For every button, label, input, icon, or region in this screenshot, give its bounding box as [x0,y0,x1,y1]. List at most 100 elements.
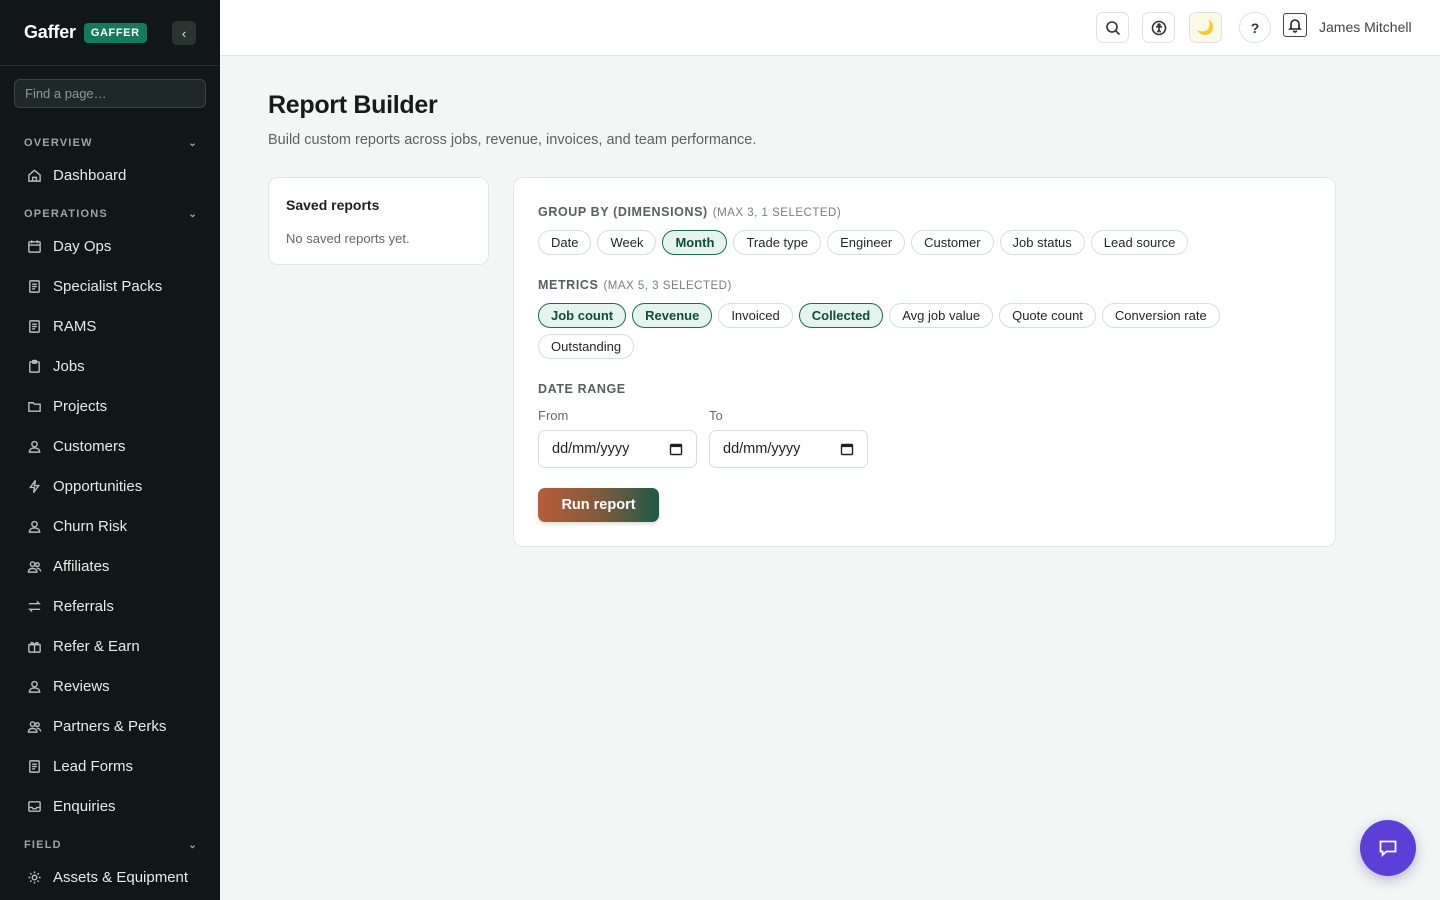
sidebar-item-day-ops[interactable]: Day Ops [24,231,204,261]
sidebar-item-label: Projects [53,397,108,415]
find-page-input[interactable] [14,79,206,108]
sidebar-item-assets-equipment[interactable]: Assets & Equipment [24,862,204,892]
help-icon: ? [1250,19,1260,36]
section-operations[interactable]: OPERATIONS ⌄ [24,208,198,220]
sidebar-item-jobs[interactable]: Jobs [24,351,204,381]
sidebar-item-label: Lead Forms [53,757,134,775]
user-icon [24,676,44,696]
sidebar-item-reviews[interactable]: Reviews [24,671,204,701]
search-icon [1105,20,1120,35]
arrows-icon [24,596,44,616]
metric-chip-outstanding[interactable]: Outstanding [538,334,635,359]
users-icon [24,556,44,576]
to-date-input[interactable]: dd/mm/yyyy [709,430,868,468]
group-by-chip-customer[interactable]: Customer [911,230,994,255]
group-by-title: GROUP BY (DIMENSIONS) [538,205,708,219]
sidebar-item-label: Assets & Equipment [53,868,189,886]
section-overview[interactable]: OVERVIEW ⌄ [24,137,198,149]
sidebar-item-label: Opportunities [53,477,143,495]
sidebar-item-label: Referrals [53,597,114,615]
page-title: Report Builder [268,91,438,119]
sidebar-item-affiliates[interactable]: Affiliates [24,551,204,581]
gear-icon [24,867,44,887]
sidebar-item-customers[interactable]: Customers [24,431,204,461]
metric-chip-job-count[interactable]: Job count [538,303,627,328]
search-button[interactable] [1096,12,1129,43]
chevron-down-icon: ⌄ [188,208,198,220]
group-by-chip-week[interactable]: Week [597,230,657,255]
metric-chip-invoiced[interactable]: Invoiced [718,303,793,328]
saved-reports-panel: Saved reports No saved reports yet. [268,177,489,265]
sidebar-item-specialist-packs[interactable]: Specialist Packs [24,271,204,301]
from-date-input[interactable]: dd/mm/yyyy [538,430,697,468]
sidebar: Gaffer GAFFER ‹ OVERVIEW ⌄ Dashboard Day … [0,0,220,900]
brand: Gaffer GAFFER ‹ [0,0,220,66]
from-label: From [538,408,569,423]
group-by-chip-date[interactable]: Date [538,230,592,255]
sidebar-item-label: Day Ops [53,237,112,255]
users-icon [24,716,44,736]
sidebar-item-enquiries[interactable]: Enquiries [24,791,204,821]
bell-icon [1288,19,1302,33]
brand-badge: GAFFER [83,22,147,43]
calendar-icon [24,236,44,256]
metric-chip-collected[interactable]: Collected [798,303,884,328]
theme-toggle-button[interactable]: 🌙 [1189,12,1222,43]
moon-icon: 🌙 [1196,19,1215,35]
sidebar-item-label: Refer & Earn [53,637,140,655]
document-icon [24,756,44,776]
sidebar-item-label: Partners & Perks [53,717,167,735]
sidebar-item-opportunities[interactable]: Opportunities [24,471,204,501]
to-date-value: dd/mm/yyyy [723,441,801,457]
section-field-label: FIELD [24,839,62,851]
section-field[interactable]: FIELD ⌄ [24,839,198,851]
chat-button[interactable] [1360,820,1416,876]
group-by-chip-trade-type[interactable]: Trade type [733,230,822,255]
gift-icon [24,636,44,656]
sidebar-item-label: Churn Risk [53,517,128,535]
sidebar-item-label: Dashboard [53,166,127,184]
chevron-down-icon: ⌄ [188,839,198,851]
user-menu[interactable]: James Mitchell [1319,19,1412,35]
calendar-icon [669,443,683,456]
sidebar-item-label: Specialist Packs [53,277,163,295]
metric-chip-revenue[interactable]: Revenue [632,303,713,328]
chat-icon [1379,840,1397,857]
section-overview-label: OVERVIEW [24,137,93,149]
topbar: 🌙 ? James Mitchell [220,0,1440,56]
accessibility-button[interactable] [1142,12,1175,43]
calendar-icon [840,443,854,456]
document-icon [24,316,44,336]
sidebar-item-referrals[interactable]: Referrals [24,591,204,621]
metric-chip-conversion-rate[interactable]: Conversion rate [1101,303,1220,328]
group-by-chip-job-status[interactable]: Job status [999,230,1085,255]
home-icon [24,165,44,185]
help-button[interactable]: ? [1239,12,1271,43]
notifications-button[interactable] [1283,13,1307,37]
group-by-chip-lead-source[interactable]: Lead source [1090,230,1189,255]
sidebar-item-label: Reviews [53,677,110,695]
saved-reports-empty: No saved reports yet. [286,231,410,246]
sidebar-item-refer-earn[interactable]: Refer & Earn [24,631,204,661]
metrics-title: METRICS [538,278,599,292]
metrics-label: METRICS (MAX 5, 3 SELECTED) [538,278,732,292]
sidebar-item-lead-forms[interactable]: Lead Forms [24,751,204,781]
group-by-chip-month[interactable]: Month [662,230,728,255]
sidebar-item-rams[interactable]: RAMS [24,311,204,341]
sidebar-item-label: Affiliates [53,557,110,575]
to-label: To [709,408,723,423]
sidebar-item-partners-perks[interactable]: Partners & Perks [24,711,204,741]
report-builder-panel: GROUP BY (DIMENSIONS) (MAX 3, 1 SELECTED)… [513,177,1336,547]
collapse-sidebar-button[interactable]: ‹ [172,21,196,45]
run-report-button[interactable]: Run report [538,488,659,522]
group-by-label: GROUP BY (DIMENSIONS) (MAX 3, 1 SELECTED) [538,205,841,219]
metric-chip-quote-count[interactable]: Quote count [999,303,1096,328]
sidebar-item-dashboard[interactable]: Dashboard [24,160,204,190]
sidebar-item-churn-risk[interactable]: Churn Risk [24,511,204,541]
clipboard-icon [24,356,44,376]
sidebar-item-label: Customers [53,437,126,455]
group-by-chip-engineer[interactable]: Engineer [827,230,906,255]
metric-chip-avg-job-value[interactable]: Avg job value [889,303,994,328]
metrics-hint: (MAX 5, 3 SELECTED) [603,280,732,292]
sidebar-item-projects[interactable]: Projects [24,391,204,421]
